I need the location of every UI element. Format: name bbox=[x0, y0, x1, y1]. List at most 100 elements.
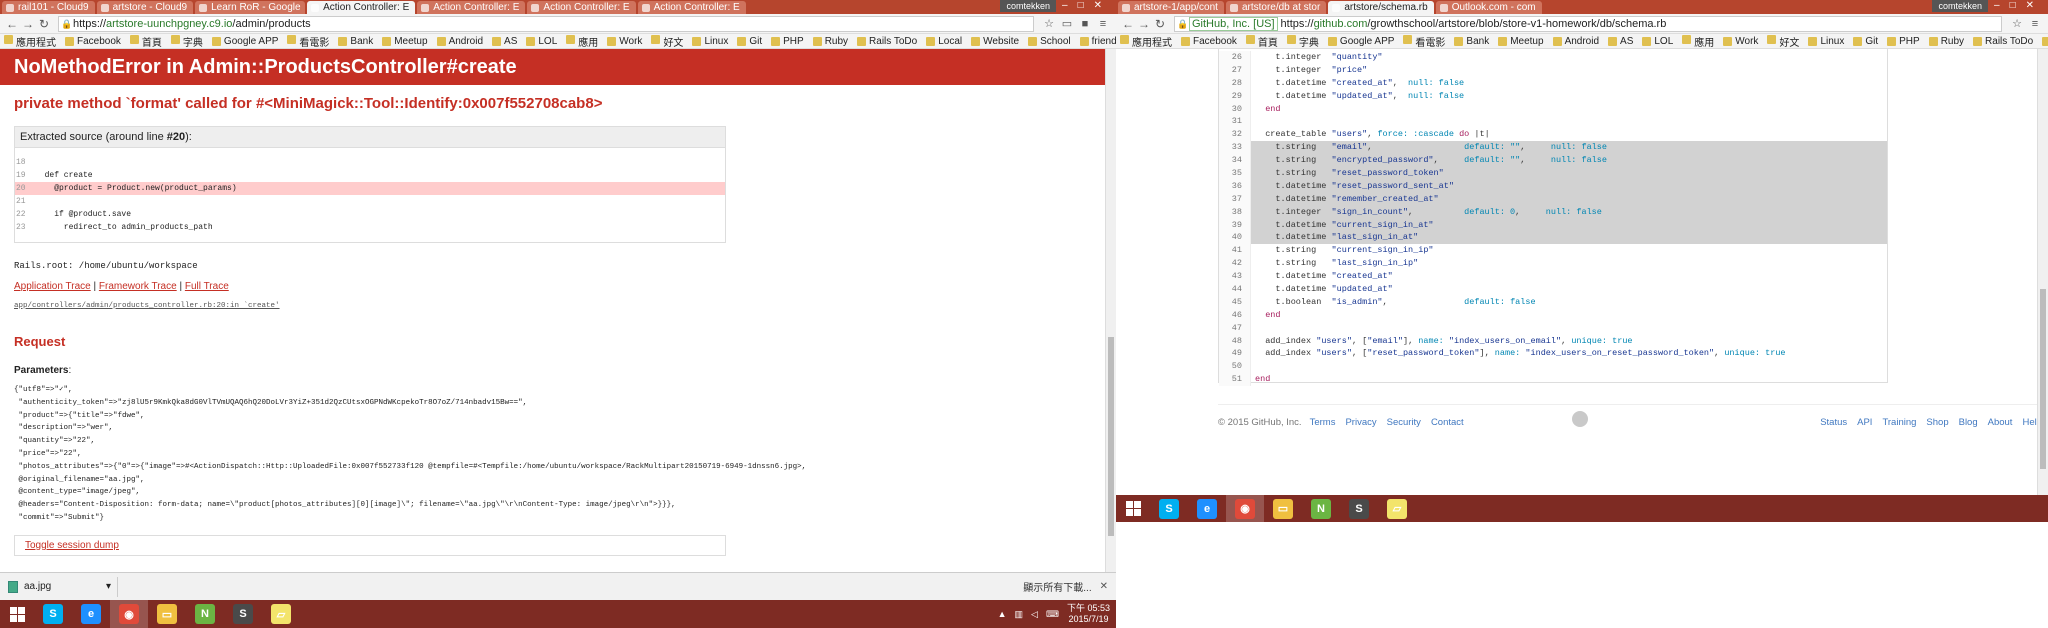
reload-icon[interactable]: ↻ bbox=[1152, 17, 1168, 31]
bookmark-item[interactable]: LOL bbox=[526, 36, 557, 47]
network-icon[interactable]: ▥ bbox=[1015, 609, 1024, 620]
line-number[interactable]: 41 bbox=[1219, 244, 1251, 258]
taskbar-notepad-plus[interactable]: N bbox=[1302, 495, 1340, 522]
forward-icon[interactable]: → bbox=[20, 17, 36, 31]
bookmark-item[interactable]: Website bbox=[971, 36, 1019, 47]
left-scrollbar[interactable] bbox=[1105, 49, 1116, 572]
footer-link[interactable]: API bbox=[1857, 417, 1872, 428]
taskbar-file-explorer[interactable]: ▭ bbox=[1264, 495, 1302, 522]
back-icon[interactable]: ← bbox=[1120, 17, 1136, 31]
line-number[interactable]: 36 bbox=[1219, 179, 1251, 193]
browser-tab[interactable]: artstore-1/app/cont bbox=[1118, 1, 1224, 14]
bookmark-item[interactable]: School bbox=[1028, 36, 1071, 47]
line-number[interactable]: 48 bbox=[1219, 334, 1251, 348]
bookmark-item[interactable]: Bank bbox=[1454, 36, 1489, 47]
star-icon[interactable]: ☆ bbox=[1040, 17, 1058, 30]
bookmark-item[interactable]: 字典 bbox=[170, 34, 203, 48]
browser-tab[interactable]: Outlook.com - com bbox=[1435, 1, 1542, 14]
profile-badge[interactable]: comtekken bbox=[1932, 0, 1988, 12]
bookmark-item[interactable]: 字典 bbox=[1286, 34, 1319, 48]
bookmark-item[interactable]: 應用程式 bbox=[4, 34, 56, 48]
bookmark-item[interactable]: 看電影 bbox=[1403, 34, 1445, 48]
footer-link[interactable]: Contact bbox=[1431, 417, 1464, 428]
bookmark-item[interactable]: Linux bbox=[1808, 36, 1844, 47]
bookmark-item[interactable]: Linux bbox=[692, 36, 728, 47]
cast-icon[interactable]: ▭ bbox=[1058, 17, 1076, 30]
browser-tab[interactable]: Action Controller: E bbox=[637, 1, 746, 14]
taskbar-chrome[interactable]: ◉ bbox=[1226, 495, 1264, 522]
footer-link[interactable]: Security bbox=[1387, 417, 1421, 428]
taskbar-sublime-text[interactable]: S bbox=[1340, 495, 1378, 522]
browser-tab[interactable]: Action Controller: E bbox=[527, 1, 636, 14]
right-scrollbar-thumb[interactable] bbox=[2040, 289, 2046, 469]
browser-tab[interactable]: Action Controller: E bbox=[417, 1, 526, 14]
show-all-downloads-link[interactable]: 顯示所有下載... bbox=[1023, 579, 1091, 594]
bookmark-item[interactable]: PHP bbox=[1887, 36, 1920, 47]
profile-badge[interactable]: comtekken bbox=[1000, 0, 1056, 12]
bookmark-item[interactable]: Bank bbox=[338, 36, 373, 47]
start-button[interactable] bbox=[1116, 495, 1150, 522]
footer-link[interactable]: Privacy bbox=[1345, 417, 1376, 428]
taskbar-notepad-plus[interactable]: N bbox=[186, 600, 224, 628]
browser-tab[interactable]: Action Controller: E bbox=[307, 1, 416, 14]
framework-trace-link[interactable]: Framework Trace bbox=[99, 281, 177, 292]
address-bar[interactable]: GitHub, Inc. [US]https://github.com/grow… bbox=[1174, 15, 2002, 32]
line-number[interactable]: 26 bbox=[1219, 51, 1251, 64]
show-hidden-icons-icon[interactable]: ▲ bbox=[998, 609, 1007, 619]
taskbar-sublime-text[interactable]: S bbox=[224, 600, 262, 628]
bookmark-item[interactable]: Google APP bbox=[211, 36, 278, 47]
left-scrollbar-thumb[interactable] bbox=[1108, 337, 1114, 536]
bookmark-item[interactable]: AS bbox=[1608, 36, 1633, 47]
bookmark-item[interactable]: 首頁 bbox=[129, 34, 162, 48]
bookmark-item[interactable]: Ruby bbox=[1928, 36, 1964, 47]
octocat-icon[interactable] bbox=[1572, 411, 1588, 427]
line-number[interactable]: 40 bbox=[1219, 231, 1251, 245]
star-icon[interactable]: ☆ bbox=[2008, 17, 2026, 30]
line-number[interactable]: 49 bbox=[1219, 347, 1251, 361]
taskbar-sticky-notes[interactable]: ▱ bbox=[1378, 495, 1416, 522]
bookmark-item[interactable]: Meetup bbox=[382, 36, 428, 47]
line-number[interactable]: 28 bbox=[1219, 76, 1251, 90]
forward-icon[interactable]: → bbox=[1136, 17, 1152, 31]
footer-link[interactable]: Terms bbox=[1310, 417, 1336, 428]
footer-link[interactable]: Shop bbox=[1926, 417, 1948, 428]
application-trace-link[interactable]: Application Trace bbox=[14, 281, 91, 292]
line-number[interactable]: 39 bbox=[1219, 218, 1251, 232]
bookmark-item[interactable]: AS bbox=[492, 36, 517, 47]
line-number[interactable]: 51 bbox=[1219, 373, 1251, 387]
bookmark-item[interactable]: Work bbox=[607, 36, 642, 47]
bookmark-item[interactable]: Facebook bbox=[65, 36, 121, 47]
taskbar-skype[interactable]: S bbox=[1150, 495, 1188, 522]
bookmark-item[interactable]: Git bbox=[1853, 36, 1878, 47]
line-number[interactable]: 31 bbox=[1219, 115, 1251, 129]
browser-tab[interactable]: rail101 - Cloud9 bbox=[2, 1, 95, 14]
reload-icon[interactable]: ↻ bbox=[36, 17, 52, 31]
line-number[interactable]: 44 bbox=[1219, 283, 1251, 296]
taskbar-skype[interactable]: S bbox=[34, 600, 72, 628]
bookmark-item[interactable]: LOL bbox=[1642, 36, 1673, 47]
line-number[interactable]: 27 bbox=[1219, 63, 1251, 77]
toggle-session-dump-link[interactable]: Toggle session dump bbox=[25, 540, 119, 551]
menu-icon[interactable]: ≡ bbox=[1094, 18, 1112, 30]
browser-tab[interactable]: Learn RoR - Google bbox=[195, 1, 306, 14]
line-number[interactable]: 38 bbox=[1219, 205, 1251, 219]
footer-link[interactable]: Training bbox=[1882, 417, 1916, 428]
taskbar-file-explorer[interactable]: ▭ bbox=[148, 600, 186, 628]
line-number[interactable]: 46 bbox=[1219, 308, 1251, 322]
taskbar-chrome[interactable]: ◉ bbox=[110, 600, 148, 628]
bookmark-item[interactable]: 好文 bbox=[1767, 34, 1799, 48]
bookmark-item[interactable]: Rails ToDo bbox=[857, 36, 917, 47]
bookmark-item[interactable]: 應用 bbox=[566, 34, 598, 48]
bookmark-item[interactable]: Google APP bbox=[1327, 36, 1394, 47]
extension-icon[interactable]: ■ bbox=[1076, 18, 1094, 30]
bookmark-item[interactable]: Local bbox=[926, 36, 962, 47]
bookmark-item[interactable]: Ruby bbox=[812, 36, 848, 47]
line-number[interactable]: 42 bbox=[1219, 257, 1251, 271]
right-scrollbar[interactable] bbox=[2037, 49, 2048, 495]
trace-path[interactable]: app/controllers/admin/products_controlle… bbox=[0, 292, 1116, 310]
bookmark-item[interactable]: 看電影 bbox=[287, 34, 329, 48]
bookmark-item[interactable]: Facebook bbox=[1181, 36, 1237, 47]
line-number[interactable]: 35 bbox=[1219, 167, 1251, 180]
back-icon[interactable]: ← bbox=[4, 17, 20, 31]
line-number[interactable]: 50 bbox=[1219, 360, 1251, 374]
